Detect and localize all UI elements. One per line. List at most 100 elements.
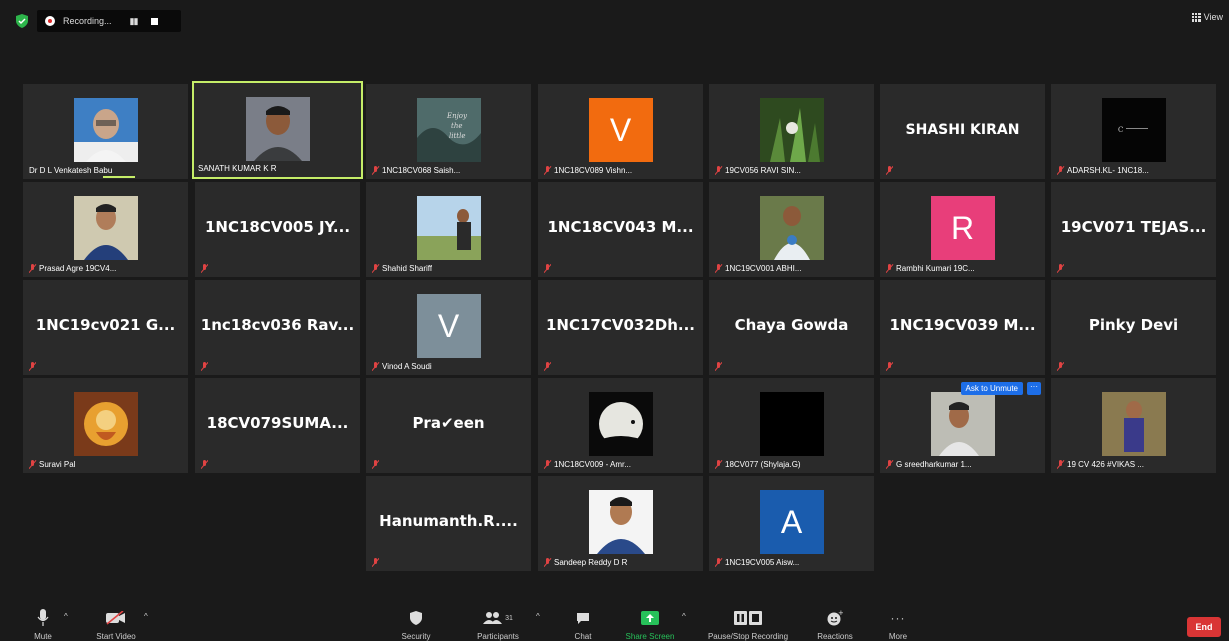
participant-tile[interactable]: 18CV079SUMA... [195, 378, 360, 473]
participant-name [1057, 264, 1064, 273]
chevron-up-icon[interactable]: ^ [682, 612, 686, 621]
participant-tile[interactable]: Dr D L Venkatesh Babu [23, 84, 188, 179]
muted-mic-icon [201, 460, 208, 469]
participant-name: Prasad Agre 19CV4... [29, 264, 116, 273]
pause-stop-recording-button[interactable]: Pause/Stop Recording [696, 598, 800, 641]
chat-button[interactable]: Chat [568, 598, 598, 641]
chat-icon [576, 608, 590, 628]
participant-tile[interactable]: Sandeep Reddy D R [538, 476, 703, 571]
share-screen-button[interactable]: Share Screen [620, 598, 680, 641]
participant-tile[interactable]: 1NC17CV032Dh... [538, 280, 703, 375]
muted-mic-icon [544, 362, 551, 371]
participant-tile[interactable]: 1NC18CV043 M... [538, 182, 703, 277]
pause-recording-icon[interactable]: ▮▮ [130, 16, 139, 27]
participant-tile[interactable]: V 1NC18CV089 Vishn... [538, 84, 703, 179]
participant-name: SANATH KUMAR K R [198, 164, 277, 173]
reactions-button[interactable]: + Reactions [812, 598, 858, 641]
participant-photo [759, 196, 824, 260]
svg-text:the: the [451, 122, 462, 130]
participant-display-name: Pinky Devi [1088, 316, 1179, 334]
participant-name: 19 CV 426 #VIKAS ... [1057, 460, 1144, 469]
participant-name [544, 362, 551, 371]
mute-button[interactable]: Mute [28, 598, 58, 641]
avatar: R [930, 196, 995, 260]
muted-mic-icon [1057, 166, 1064, 175]
muted-mic-icon [715, 264, 722, 273]
participant-tile[interactable]: Suravi Pal [23, 378, 188, 473]
shield-icon[interactable] [16, 14, 28, 28]
participant-tile[interactable]: Prasad Agre 19CV4... [23, 182, 188, 277]
participant-name: 1NC19CV005 Aisw... [715, 558, 799, 567]
participant-more-button[interactable]: ··· [1027, 382, 1041, 395]
participant-tile[interactable]: Enjoy the little 1NC18CV068 Saish... [366, 84, 531, 179]
participant-tile[interactable]: 19 CV 426 #VIKAS ... [1051, 378, 1216, 473]
participant-display-name: 18CV079SUMA... [206, 414, 349, 432]
participant-tile[interactable]: 1NC18CV005 JY... [195, 182, 360, 277]
participant-tile[interactable]: Pra✔een [366, 378, 531, 473]
svg-text:little: little [449, 132, 466, 140]
participant-tile[interactable]: Pinky Devi [1051, 280, 1216, 375]
end-meeting-button[interactable]: End [1187, 617, 1221, 637]
participant-display-name: Pra✔een [412, 414, 485, 432]
chevron-up-icon[interactable]: ^ [64, 612, 68, 621]
participant-name: Suravi Pal [29, 460, 75, 469]
chevron-up-icon[interactable]: ^ [536, 612, 540, 621]
participant-tile[interactable]: 18CV077 (Shylaja.G) [709, 378, 874, 473]
participant-tile[interactable]: Hanumanth.R.... [366, 476, 531, 571]
participant-name: 19CV056 RAVI SIN... [715, 166, 801, 175]
ask-to-unmute-button[interactable]: Ask to Unmute [960, 382, 1023, 395]
participant-photo [73, 196, 138, 260]
participant-tile[interactable]: 1NC19cv021 G... [23, 280, 188, 375]
participant-tile[interactable]: V Vinod A Soudi [366, 280, 531, 375]
stop-recording-icon[interactable] [151, 17, 159, 25]
video-off-icon [106, 608, 126, 628]
participant-photo: Enjoy the little [416, 98, 481, 162]
participant-tile[interactable]: Ask to Unmute ··· G sreedharkumar 1... [880, 378, 1045, 473]
record-dot-icon [45, 16, 55, 26]
participant-photo [759, 98, 824, 162]
participants-button[interactable]: 31 Participants [470, 598, 526, 641]
participant-tile[interactable]: 19CV071 TEJAS... [1051, 182, 1216, 277]
participant-name: Sandeep Reddy D R [544, 558, 627, 567]
muted-mic-icon [715, 166, 722, 175]
participant-name: 18CV077 (Shylaja.G) [715, 460, 801, 469]
participant-tile[interactable]: C ADARSH.KL- 1NC18... [1051, 84, 1216, 179]
pause-stop-icon [734, 608, 762, 628]
muted-mic-icon [372, 264, 379, 273]
chevron-up-icon[interactable]: ^ [144, 612, 148, 621]
participant-tile[interactable]: 1nc18cv036 Rav... [195, 280, 360, 375]
participants-icon: 31 [483, 608, 513, 628]
participant-tile[interactable]: A 1NC19CV005 Aisw... [709, 476, 874, 571]
view-label: View [1203, 12, 1223, 22]
start-video-button[interactable]: Start Video [90, 598, 142, 641]
muted-mic-icon [886, 166, 893, 175]
participant-tile[interactable]: 1NC18CV009 - Amr... [538, 378, 703, 473]
muted-mic-icon [886, 362, 893, 371]
avatar: V [416, 294, 481, 358]
participant-name: G sreedharkumar 1... [886, 460, 972, 469]
more-button[interactable]: ··· More [880, 598, 916, 641]
participant-tile[interactable]: 19CV056 RAVI SIN... [709, 84, 874, 179]
participant-name [544, 264, 551, 273]
participant-name [1057, 362, 1064, 371]
avatar: A [759, 490, 824, 554]
participant-tile[interactable]: R Rambhi Kumari 19C... [880, 182, 1045, 277]
participant-tile[interactable]: SHASHI KIRAN [880, 84, 1045, 179]
muted-mic-icon [886, 460, 893, 469]
participant-display-name: 19CV071 TEJAS... [1060, 218, 1207, 236]
participant-photo [416, 196, 481, 260]
security-button[interactable]: Security [396, 598, 436, 641]
participant-tile[interactable]: 1NC19CV039 M... [880, 280, 1045, 375]
muted-mic-icon [715, 362, 722, 371]
participant-tile[interactable]: Shahid Shariff [366, 182, 531, 277]
participant-name [886, 362, 893, 371]
participant-name [372, 460, 379, 469]
participant-tile[interactable]: Chaya Gowda [709, 280, 874, 375]
participant-tile-active-speaker[interactable]: SANATH KUMAR K R [192, 81, 363, 179]
participant-display-name: SHASHI KIRAN [905, 122, 1020, 138]
svg-text:+: + [838, 610, 843, 617]
participant-photo: C [1101, 98, 1166, 162]
muted-mic-icon [29, 460, 36, 469]
participant-tile[interactable]: 1NC19CV001 ABHI... [709, 182, 874, 277]
view-button[interactable]: View [1191, 12, 1223, 22]
